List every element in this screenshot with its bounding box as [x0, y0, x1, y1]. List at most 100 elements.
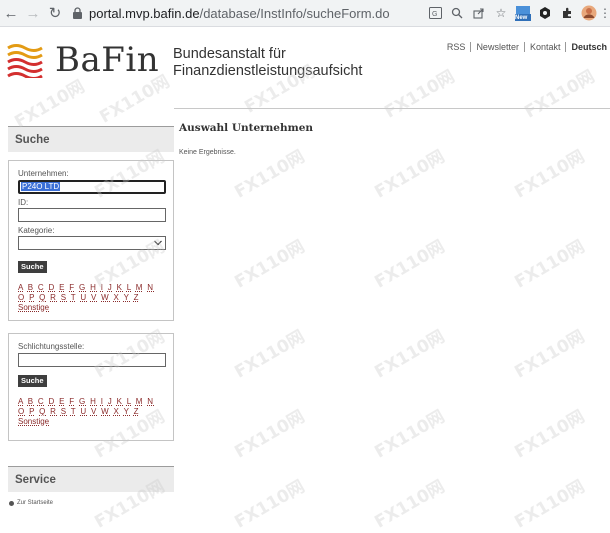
schlichtung-letter-y[interactable]: Y [124, 407, 131, 416]
search-letter-k[interactable]: K [117, 283, 124, 292]
search-letter-e[interactable]: E [59, 283, 66, 292]
bookmark-star-icon[interactable]: ☆ [490, 2, 512, 24]
search-letter-g[interactable]: G [79, 283, 87, 292]
alphabet-row-1: A B C D E F G H I J K L M N [18, 283, 154, 293]
search-letter-p[interactable]: P [29, 293, 36, 302]
schlichtung-letter-n[interactable]: N [147, 397, 154, 406]
suche-heading: Suche [8, 126, 174, 152]
search-letter-n[interactable]: N [147, 283, 154, 292]
search-letter-u[interactable]: U [80, 293, 87, 302]
schlichtung-letter-u[interactable]: U [80, 407, 87, 416]
new-badge: New [515, 15, 528, 21]
schlichtung-letter-h[interactable]: H [90, 397, 97, 406]
deutsch-link[interactable]: Deutsch [571, 42, 607, 52]
id-input[interactable] [18, 208, 166, 222]
sonstige-link-2[interactable]: Sonstige [18, 417, 49, 426]
zoom-icon[interactable] [446, 2, 468, 24]
kategorie-select[interactable] [18, 236, 166, 250]
search-letter-r[interactable]: R [50, 293, 57, 302]
watermark-text: FX110网 [521, 66, 599, 123]
search-letter-h[interactable]: H [90, 283, 97, 292]
search-letter-c[interactable]: C [38, 283, 45, 292]
search-letter-q[interactable]: Q [39, 293, 47, 302]
back-icon[interactable]: ← [0, 2, 22, 24]
schlichtung-letter-g[interactable]: G [79, 397, 87, 406]
watermark-text: FX110网 [381, 66, 459, 123]
schlichtung-input[interactable] [18, 353, 166, 367]
schlichtung-letter-z[interactable]: Z [134, 407, 140, 416]
schlichtung-letter-e[interactable]: E [59, 397, 66, 406]
search-letter-b[interactable]: B [28, 283, 35, 292]
share-icon[interactable] [468, 2, 490, 24]
unternehmen-value: P24O LTD [21, 182, 61, 191]
alphabet-index: A B C D E F G H I J K L M N O P Q R S T … [18, 283, 154, 313]
schlichtung-letter-m[interactable]: M [136, 397, 144, 406]
schlichtung-label: Schlichtungsstelle: [18, 342, 85, 351]
search-letter-i[interactable]: I [101, 283, 105, 292]
new-extension-icon[interactable]: New [512, 2, 534, 24]
search-letter-m[interactable]: M [136, 283, 144, 292]
kategorie-label: Kategorie: [18, 226, 55, 235]
search-letter-f[interactable]: F [69, 283, 75, 292]
schlichtung-letter-s[interactable]: S [61, 407, 68, 416]
reload-icon[interactable]: ↻ [44, 2, 66, 24]
schlichtung-letter-f[interactable]: F [69, 397, 75, 406]
forward-icon[interactable]: → [22, 2, 44, 24]
service-startseite-link[interactable]: Zur Startseite [9, 500, 53, 506]
schlichtung-letter-l[interactable]: L [127, 397, 132, 406]
schlichtung-letter-v[interactable]: V [91, 407, 98, 416]
suche-button[interactable]: Suche [18, 261, 47, 273]
search-letter-w[interactable]: W [101, 293, 110, 302]
profile-avatar-icon[interactable] [578, 2, 600, 24]
watermark-text: FX110网 [371, 236, 449, 293]
address-bar[interactable]: portal.mvp.bafin.de/database/InstInfo/su… [72, 6, 390, 21]
alphabet-row-1-b: A B C D E F G H I J K L M N [18, 397, 154, 407]
schlichtung-letter-b[interactable]: B [28, 397, 35, 406]
search-letter-s[interactable]: S [61, 293, 68, 302]
schlichtung-letter-d[interactable]: D [49, 397, 56, 406]
menu-kebab-icon[interactable]: ⋮ [599, 2, 610, 24]
schlichtung-letter-r[interactable]: R [50, 407, 57, 416]
search-letter-z[interactable]: Z [134, 293, 140, 302]
schlichtung-panel: Schlichtungsstelle: Suche A B C D E F G … [8, 333, 174, 441]
alphabet-index-2: A B C D E F G H I J K L M N O P Q R S T … [18, 397, 154, 427]
schlichtung-letter-p[interactable]: P [29, 407, 36, 416]
watermark-text: FX110网 [231, 146, 309, 203]
watermark-text: FX110网 [231, 476, 309, 533]
url-path: /database/InstInfo/sucheForm.do [199, 5, 390, 21]
search-letter-y[interactable]: Y [124, 293, 131, 302]
schlichtung-letter-k[interactable]: K [117, 397, 124, 406]
org-line-1: Bundesanstalt für [173, 46, 286, 62]
search-letter-l[interactable]: L [127, 283, 132, 292]
schlichtung-letter-c[interactable]: C [38, 397, 45, 406]
schlichtung-letter-i[interactable]: I [101, 397, 105, 406]
search-letter-o[interactable]: O [18, 293, 26, 302]
kontakt-link[interactable]: Kontakt [530, 42, 561, 52]
puzzle-extensions-icon[interactable] [556, 2, 578, 24]
schlichtung-letter-x[interactable]: X [114, 407, 121, 416]
rss-link[interactable]: RSS [447, 42, 466, 52]
search-letter-t[interactable]: T [71, 293, 77, 302]
search-letter-a[interactable]: A [18, 283, 24, 292]
bafin-logo[interactable]: BaFin [7, 40, 159, 80]
schlichtung-letter-q[interactable]: Q [39, 407, 47, 416]
schlichtung-letter-t[interactable]: T [71, 407, 77, 416]
search-letter-v[interactable]: V [91, 293, 98, 302]
id-label: ID: [18, 198, 29, 207]
schlichtung-letter-w[interactable]: W [101, 407, 110, 416]
search-letter-x[interactable]: X [114, 293, 121, 302]
suche-button-2[interactable]: Suche [18, 375, 47, 387]
extension-black-icon[interactable] [534, 2, 556, 24]
translate-icon[interactable]: G [424, 2, 446, 24]
schlichtung-letter-a[interactable]: A [18, 397, 24, 406]
schlichtung-letter-j[interactable]: J [108, 397, 113, 406]
search-letter-d[interactable]: D [49, 283, 56, 292]
sonstige-link[interactable]: Sonstige [18, 303, 49, 312]
watermark-text: FX110网 [371, 146, 449, 203]
lock-icon [73, 7, 82, 19]
newsletter-link[interactable]: Newsletter [476, 42, 519, 52]
schlichtung-letter-o[interactable]: O [18, 407, 26, 416]
header-divider [174, 108, 610, 109]
search-letter-j[interactable]: J [108, 283, 113, 292]
unternehmen-input[interactable]: P24O LTD [18, 180, 166, 194]
